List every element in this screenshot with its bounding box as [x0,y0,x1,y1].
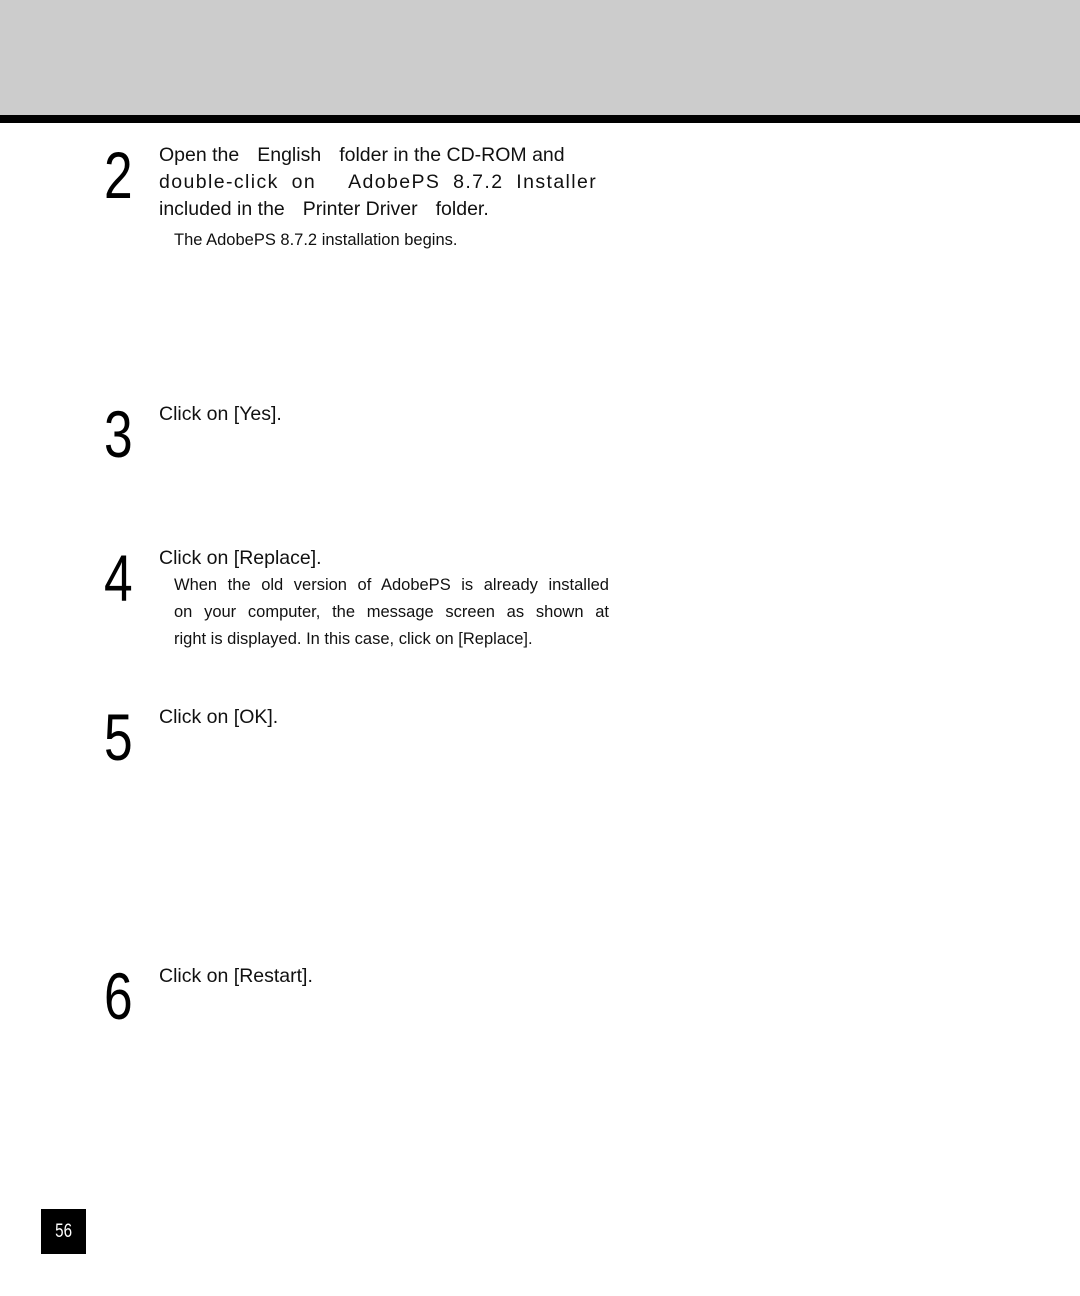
step-body: Click on [Yes]. [159,401,609,428]
page-number: 56 [41,1209,86,1254]
folder-name-printer-driver: Printer Driver [302,198,418,220]
note-line: on your computer, the message screen as … [174,603,609,621]
instruction-text: double-click on [159,171,317,193]
step-number: 3 [104,397,133,471]
step-note: When the old version of AdobePS is alrea… [174,572,609,653]
step-number: 6 [104,959,133,1033]
step-note: The AdobePS 8.7.2 installation begins. [174,231,458,249]
installer-name: AdobePS 8.7.2 Installer [348,171,598,193]
step-body: Click on [OK]. [159,704,609,731]
step-instruction: Click on [Yes]. [159,403,282,425]
step-body: Click on [Replace]. When the old version… [159,545,609,653]
step-instruction: Click on [Replace]. [159,547,322,569]
instruction-text: folder in the CD-ROM and [339,144,565,166]
instruction-line: double-click on AdobePS 8.7.2 Installer [159,169,609,196]
header-band [0,0,1080,115]
step-body: Click on [Restart]. [159,963,609,990]
note-line: When the old version of AdobePS is alrea… [174,576,609,594]
note-line: right is displayed. In this case, click … [174,630,533,648]
instruction-line: Open the English folder in the CD-ROM and [159,142,609,169]
instruction-text: folder. [435,198,489,220]
step-number: 4 [104,541,133,615]
folder-name-english: English [257,144,322,166]
instruction-text: included in the [159,198,285,220]
step-number: 5 [104,700,133,774]
step-instruction: Click on [Restart]. [159,965,313,987]
page-number-text: 56 [55,1220,72,1242]
step-body: Open the English folder in the CD-ROM and … [159,142,609,254]
header-rule [0,115,1080,123]
step-instruction: Click on [OK]. [159,706,279,728]
instruction-line: included in the Printer Driver folder. [159,196,609,223]
instruction-text: Open the [159,144,240,166]
step-instruction: Open the English folder in the CD-ROM and … [159,142,609,223]
step-number: 2 [104,138,133,212]
